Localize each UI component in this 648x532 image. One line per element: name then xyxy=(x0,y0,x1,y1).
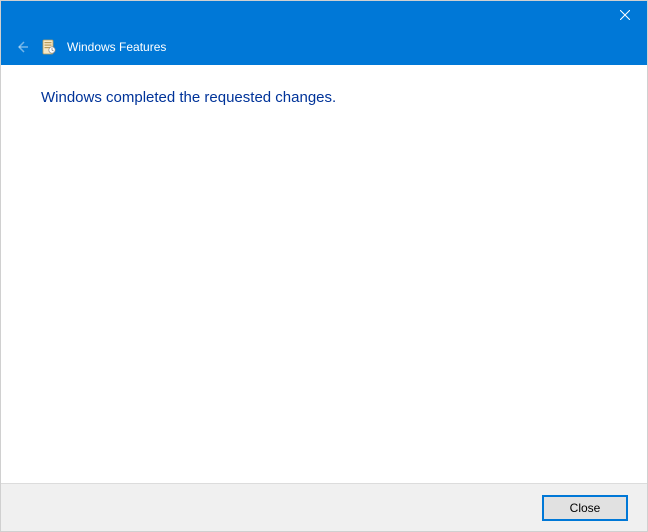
completion-message: Windows completed the requested changes. xyxy=(41,89,607,106)
content-area: Windows completed the requested changes. xyxy=(1,65,647,483)
title-bar xyxy=(1,1,647,29)
close-button[interactable]: Close xyxy=(543,496,627,520)
back-arrow-icon xyxy=(14,39,30,55)
header-title: Windows Features xyxy=(67,40,166,54)
footer-bar: Close xyxy=(1,483,647,531)
close-icon xyxy=(620,10,630,20)
window-close-button[interactable] xyxy=(603,1,647,29)
header-bar: Windows Features xyxy=(1,29,647,65)
back-button xyxy=(13,38,31,56)
windows-features-icon xyxy=(41,39,57,55)
